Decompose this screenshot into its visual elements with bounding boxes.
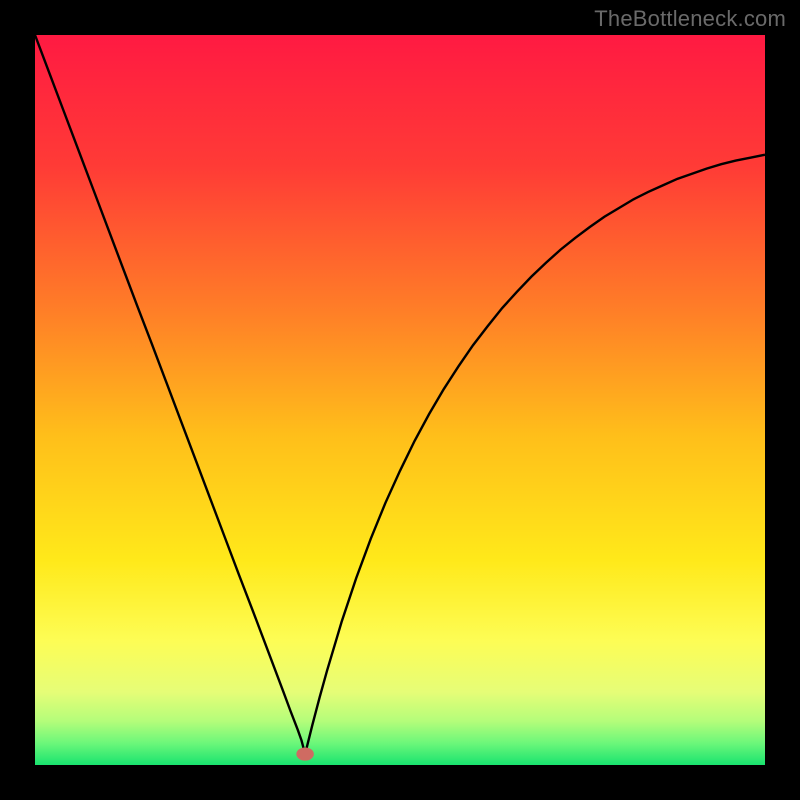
plot-area [35, 35, 765, 765]
watermark-text: TheBottleneck.com [594, 6, 786, 32]
chart-container: TheBottleneck.com [0, 0, 800, 800]
chart-svg [35, 35, 765, 765]
minimum-marker [296, 747, 314, 760]
chart-background [35, 35, 765, 765]
